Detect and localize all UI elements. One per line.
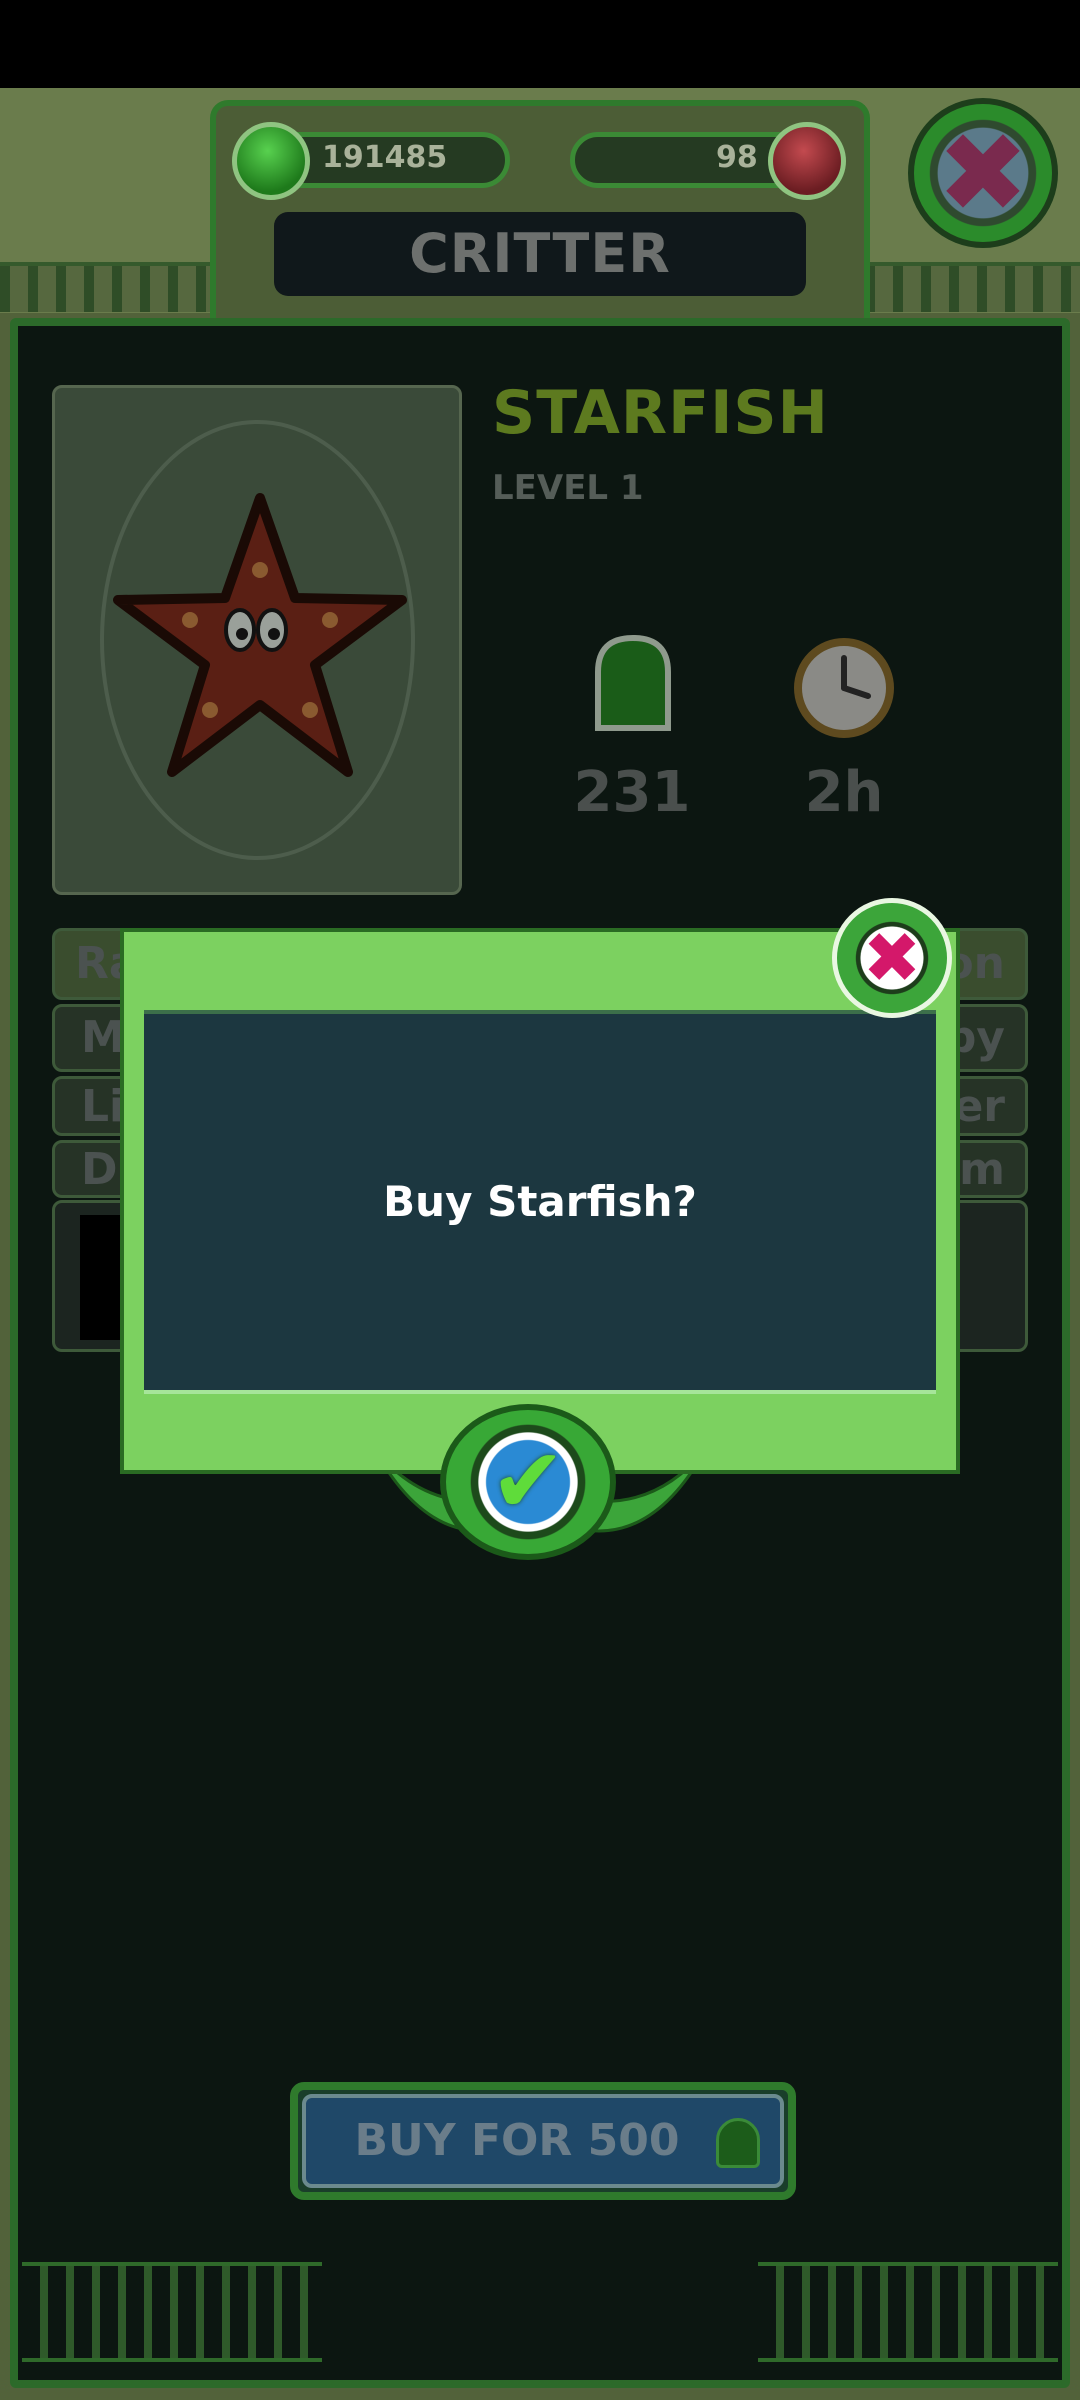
buy-button-label: BUY FOR 500 [354, 2115, 680, 2166]
critter-name: STARFISH [492, 378, 829, 448]
info-row-value: m [959, 1144, 1005, 1195]
gem-cost-value: 231 [573, 760, 691, 825]
corner-decoration-left [22, 2262, 322, 2362]
duration-value: 2h [804, 760, 884, 825]
info-row-label: M [81, 1012, 125, 1063]
info-row-value: er [953, 1081, 1005, 1132]
dialog-message: Buy Starfish? [383, 1177, 697, 1226]
red-crystal-icon [768, 122, 846, 200]
corner-decoration-right [758, 2262, 1058, 2362]
close-button[interactable]: ✖ [908, 98, 1058, 248]
green-gem-icon [716, 2118, 760, 2168]
close-icon: ✖ [862, 917, 922, 999]
status-bar [0, 0, 1080, 88]
close-icon: ✖ [936, 109, 1030, 237]
dialog-close-button[interactable]: ✖ [832, 898, 952, 1018]
clock-icon [794, 638, 894, 738]
confirm-button[interactable]: ✔ [440, 1404, 616, 1560]
green-currency-value: 191485 [322, 140, 448, 175]
description-scrollbar [80, 1215, 120, 1340]
red-currency-value: 98 [716, 140, 758, 175]
green-gem-icon [232, 122, 310, 200]
checkmark-icon: ✔ [490, 1429, 566, 1534]
starfish-image [113, 493, 407, 777]
page-title: CRITTER [409, 222, 671, 285]
info-row-label: Li [81, 1081, 125, 1132]
critter-level: LEVEL 1 [492, 468, 644, 508]
fence-decoration-right [865, 262, 1080, 312]
fence-decoration-left [0, 262, 215, 312]
green-gem-icon [595, 634, 671, 731]
